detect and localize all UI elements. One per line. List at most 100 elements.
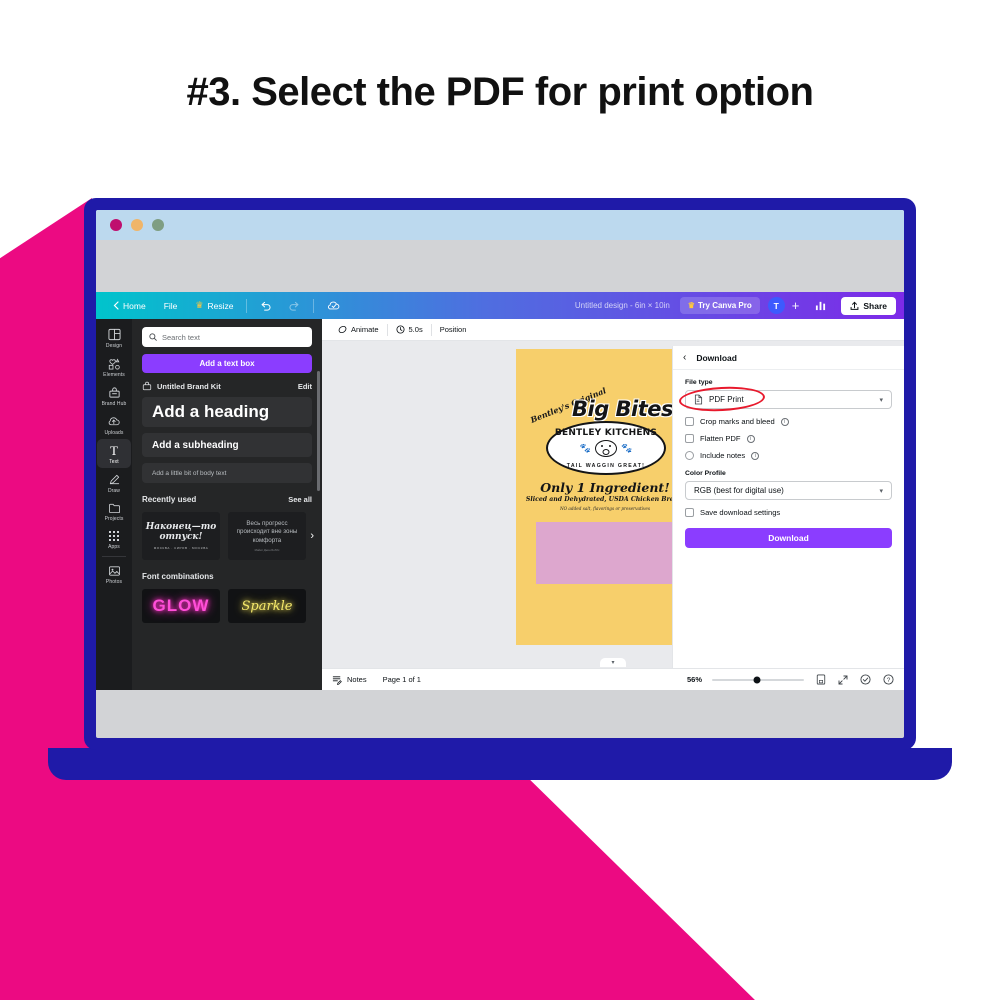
canvas-region: Animate 5.0s Position Bentley's Original… — [322, 319, 904, 690]
fullscreen-icon[interactable] — [838, 675, 848, 685]
collapse-panel-button[interactable]: ‹ — [321, 487, 322, 525]
panel-scrollbar[interactable] — [317, 371, 320, 491]
add-heading-card[interactable]: Add a heading — [142, 397, 312, 427]
animate-label: Animate — [351, 325, 379, 334]
see-all-button[interactable]: See all — [288, 495, 312, 504]
share-button[interactable]: Share — [841, 296, 896, 315]
close-dot-icon[interactable] — [110, 219, 122, 231]
sidebar-item-apps[interactable]: Apps — [97, 525, 131, 553]
file-type-select[interactable]: PDF Print ▾ — [685, 390, 892, 409]
download-button-label: Download — [768, 533, 809, 543]
file-menu[interactable]: File — [155, 301, 187, 311]
photos-icon — [108, 566, 120, 576]
include-notes-checkbox-row[interactable]: Include notes i — [685, 451, 892, 460]
minimize-dot-icon[interactable] — [131, 219, 143, 231]
sidebar-item-text[interactable]: T Text — [97, 439, 131, 468]
brand-kit-name-group[interactable]: Untitled Brand Kit — [142, 381, 221, 391]
save-settings-checkbox-row[interactable]: Save download settings — [685, 508, 892, 517]
page-view-icon[interactable] — [816, 674, 826, 685]
avatar[interactable]: T — [767, 297, 785, 314]
chevron-right-icon[interactable]: › — [310, 530, 314, 542]
page-indicator[interactable]: Page 1 of 1 — [383, 675, 421, 684]
svg-text:?: ? — [887, 677, 891, 684]
bottom-bar: Notes Page 1 of 1 56% ? — [322, 668, 904, 690]
sidebar-item-brand-hub[interactable]: Brand Hub — [97, 381, 131, 410]
info-icon[interactable]: i — [746, 434, 755, 443]
sidebar-item-draw[interactable]: Draw — [97, 468, 131, 497]
sidebar-item-projects[interactable]: Projects — [97, 497, 131, 525]
add-subheading-card[interactable]: Add a subheading — [142, 433, 312, 457]
avatar-initial: T — [773, 300, 779, 311]
search-placeholder: Search text — [162, 332, 200, 342]
laptop-screen: Home File ♛ Resize Untitled design - 6in… — [96, 210, 904, 738]
undo-icon — [261, 301, 271, 311]
insights-button[interactable] — [806, 300, 835, 311]
page-title: #3. Select the PDF for print option — [186, 70, 815, 114]
back-icon[interactable]: ‹ — [683, 352, 686, 363]
design-artboard[interactable]: Bentley's Original Big Bites BENTLEY KIT… — [516, 349, 694, 645]
sidebar-label: Draw — [107, 488, 121, 494]
clock-icon — [396, 325, 405, 334]
sidebar-item-photos[interactable]: Photos — [97, 560, 131, 588]
sidebar-item-elements[interactable]: Elements — [97, 352, 131, 381]
sidebar-item-design[interactable]: Design — [97, 323, 131, 352]
home-button[interactable]: Home — [104, 301, 155, 311]
notes-button[interactable]: Notes — [332, 675, 367, 685]
zoom-slider[interactable] — [712, 676, 804, 683]
redo-button[interactable] — [280, 301, 309, 311]
crown-icon: ♛ — [687, 301, 695, 310]
add-body-label: Add a little bit of body text — [152, 469, 227, 477]
list-item[interactable]: Весь прогресс происходит вне зоны комфор… — [228, 512, 306, 560]
download-panel: ‹ Download File type PDF Print ▾ Crop ma… — [672, 346, 904, 668]
recent-template-2-sub: Майкл Джон Боббс — [254, 547, 280, 552]
flatten-pdf-label: Flatten PDF — [700, 434, 741, 443]
plus-icon: + — [791, 298, 800, 313]
sidebar-label: Projects — [104, 516, 124, 522]
info-icon[interactable]: i — [780, 417, 789, 426]
recently-used-list: Наконец—то отпуск! МОСКВА · КИРОВ · МОСК… — [142, 512, 314, 560]
pink-decor-left — [0, 198, 92, 800]
resize-button[interactable]: ♛ Resize — [186, 300, 242, 311]
list-item[interactable]: Sparkle — [228, 589, 306, 623]
info-icon[interactable]: i — [751, 451, 760, 460]
check-icon[interactable] — [860, 674, 871, 685]
download-button[interactable]: Download — [685, 528, 892, 548]
duration-button[interactable]: 5.0s — [388, 325, 431, 334]
crop-marks-checkbox[interactable] — [685, 417, 694, 426]
include-notes-checkbox[interactable] — [685, 451, 694, 460]
maximize-dot-icon[interactable] — [152, 219, 164, 231]
brand-kit-edit-button[interactable]: Edit — [298, 382, 312, 391]
file-type-value: PDF Print — [709, 395, 744, 404]
help-icon[interactable]: ? — [883, 674, 894, 685]
document-title[interactable]: Untitled design - 6in × 10in — [575, 301, 680, 310]
try-canva-pro-button[interactable]: ♛ Try Canva Pro — [679, 297, 760, 314]
search-input[interactable]: Search text — [142, 327, 312, 347]
position-label: Position — [439, 325, 467, 334]
add-text-box-button[interactable]: Add a text box — [142, 354, 312, 373]
add-heading-label: Add a heading — [152, 402, 270, 421]
font-combinations-header: Font combinations — [142, 572, 312, 581]
undo-button[interactable] — [251, 301, 280, 311]
list-item[interactable]: Наконец—то отпуск! МОСКВА · КИРОВ · МОСК… — [142, 512, 220, 560]
crop-marks-checkbox-row[interactable]: Crop marks and bleed i — [685, 417, 892, 426]
save-settings-checkbox[interactable] — [685, 508, 694, 517]
animate-button[interactable]: Animate — [330, 325, 387, 334]
brand-badge: BENTLEY KITCHENS 🐾 🐾 TAIL WAGGIN GREAT! — [546, 421, 666, 475]
claim-text: Only 1 Ingredient! — [540, 480, 670, 495]
list-item[interactable]: GLOW — [142, 589, 220, 623]
page-label: Page 1 of 1 — [382, 675, 421, 684]
color-profile-select[interactable]: RGB (best for digital use) ▾ — [685, 481, 892, 500]
flatten-pdf-checkbox-row[interactable]: Flatten PDF i — [685, 434, 892, 443]
flatten-pdf-checkbox[interactable] — [685, 434, 694, 443]
position-button[interactable]: Position — [432, 325, 475, 334]
sidebar-item-uploads[interactable]: Uploads — [97, 410, 131, 439]
add-collaborator-button[interactable]: + — [785, 298, 807, 313]
zoom-slider-knob[interactable] — [753, 676, 761, 683]
dog-snout — [602, 449, 610, 455]
sidebar-label: Elements — [103, 372, 125, 378]
placeholder-box[interactable] — [536, 522, 678, 584]
add-body-text-card[interactable]: Add a little bit of body text — [142, 463, 312, 483]
cloud-save-button[interactable] — [318, 300, 349, 311]
canvas-resize-handle[interactable]: ▾ — [600, 658, 626, 667]
text-panel: Search text Add a text box Untitled Bran… — [132, 319, 322, 690]
